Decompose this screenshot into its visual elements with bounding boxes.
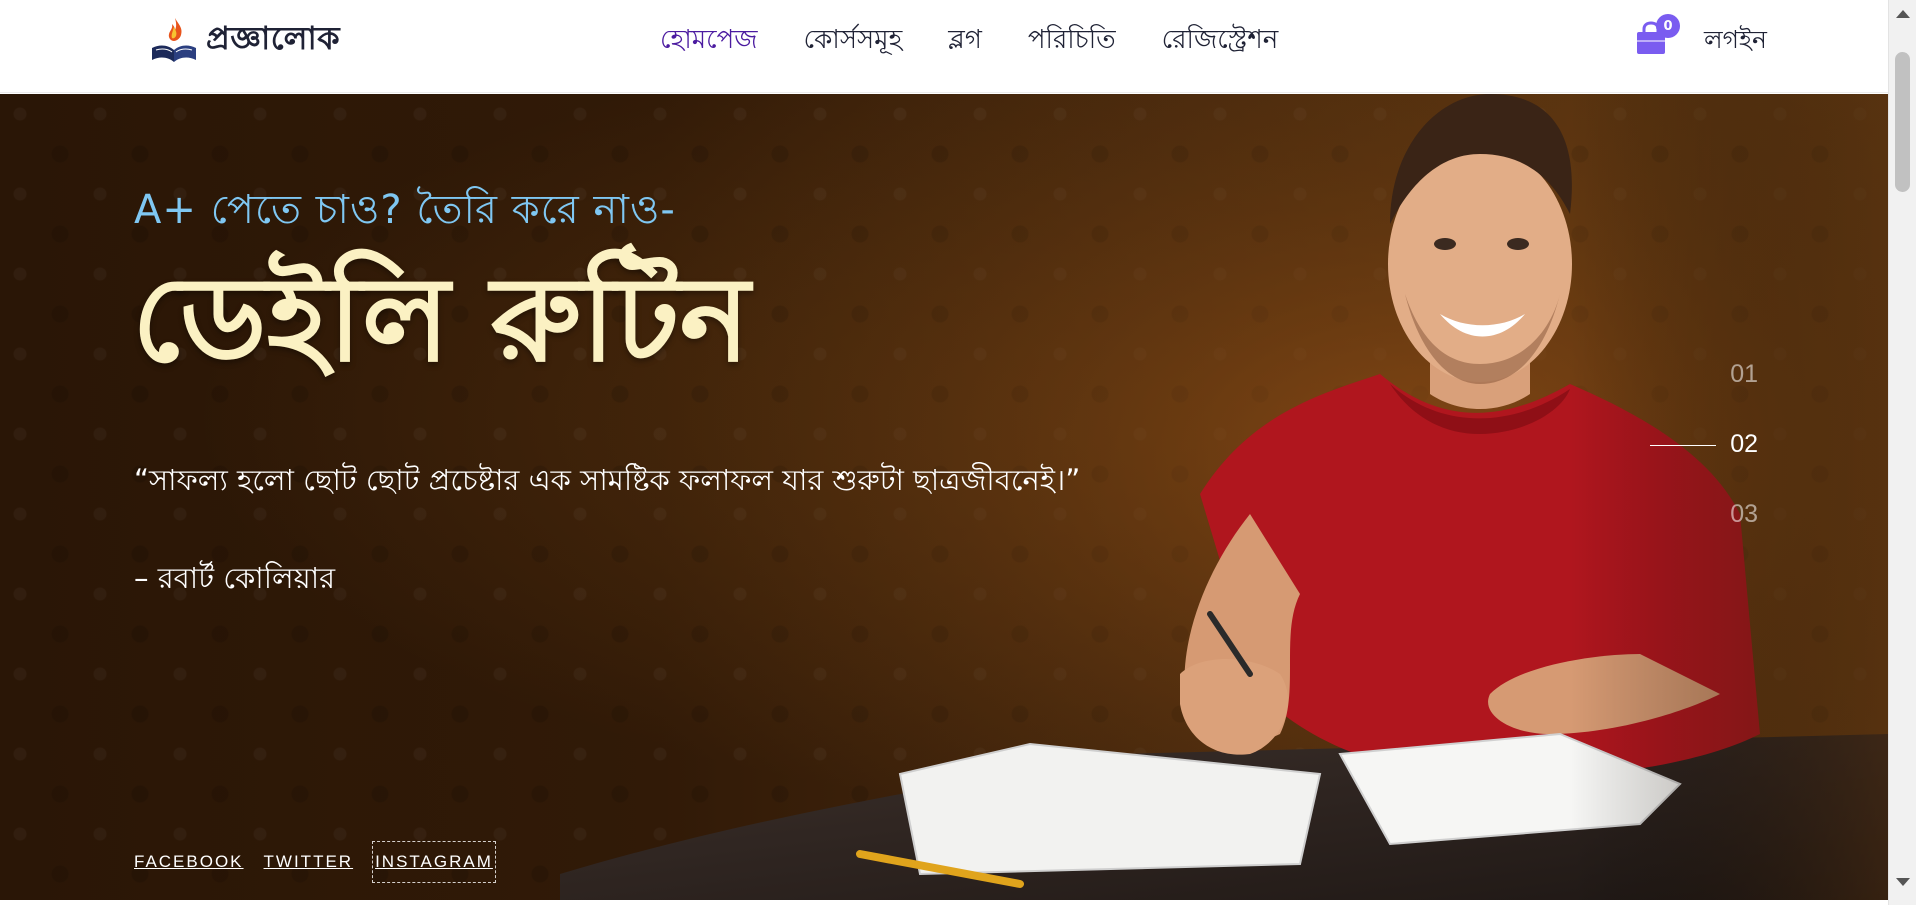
nav-item-registration[interactable]: রেজিস্ট্রেশন xyxy=(1162,20,1279,60)
slide-indicator-02[interactable]: 02 xyxy=(1730,430,1758,459)
cart-count-badge: 0 xyxy=(1656,14,1680,38)
twitter-link[interactable]: TWITTER xyxy=(264,842,354,882)
scroll-down-arrow-icon[interactable] xyxy=(1896,878,1910,886)
instagram-link[interactable]: INSTAGRAM xyxy=(372,841,496,883)
social-links: FACEBOOK TWITTER INSTAGRAM xyxy=(134,841,496,883)
book-flame-icon xyxy=(152,18,196,62)
cart-button[interactable]: 0 xyxy=(1634,14,1680,56)
site-logo[interactable]: প্রজ্ঞালোক xyxy=(148,14,340,66)
slider-pagination: 01 02 03 xyxy=(1648,360,1758,580)
hero-headline: ডেইলি রুটিন xyxy=(132,249,750,388)
hero-quote: “সাফল্য হলো ছোট ছোট প্রচেষ্টার এক সামষ্ট… xyxy=(134,463,1081,497)
active-slide-line xyxy=(1650,445,1716,446)
top-navbar: প্রজ্ঞালোক হোমপেজ কোর্সসমূহ ব্লগ পরিচিতি… xyxy=(0,0,1888,93)
brand-name: প্রজ্ঞালোক xyxy=(206,19,341,57)
hero-quote-author: – রবার্ট কোলিয়ার xyxy=(134,561,336,595)
nav-item-about[interactable]: পরিচিতি xyxy=(1028,20,1116,60)
slide-indicator-01[interactable]: 01 xyxy=(1730,360,1758,389)
hero-kicker: A+ পেতে চাও? তৈরি করে নাও- xyxy=(134,187,676,233)
page-scrollbar[interactable] xyxy=(1888,0,1916,905)
scroll-up-arrow-icon[interactable] xyxy=(1896,10,1910,18)
nav-item-blog[interactable]: ব্লগ xyxy=(948,20,982,60)
login-link[interactable]: লগইন xyxy=(1704,22,1767,58)
slide-indicator-03[interactable]: 03 xyxy=(1730,500,1758,529)
facebook-link[interactable]: FACEBOOK xyxy=(134,842,244,882)
hero-slider: A+ পেতে চাও? তৈরি করে নাও- ডেইলি রুটিন “… xyxy=(0,94,1888,900)
scrollbar-thumb[interactable] xyxy=(1895,52,1910,192)
nav-item-home[interactable]: হোমপেজ xyxy=(660,20,758,60)
nav-item-courses[interactable]: কোর্সসমূহ xyxy=(804,20,903,60)
main-nav: হোমপেজ কোর্সসমূহ ব্লগ পরিচিতি রেজিস্ট্রে… xyxy=(660,20,1278,60)
